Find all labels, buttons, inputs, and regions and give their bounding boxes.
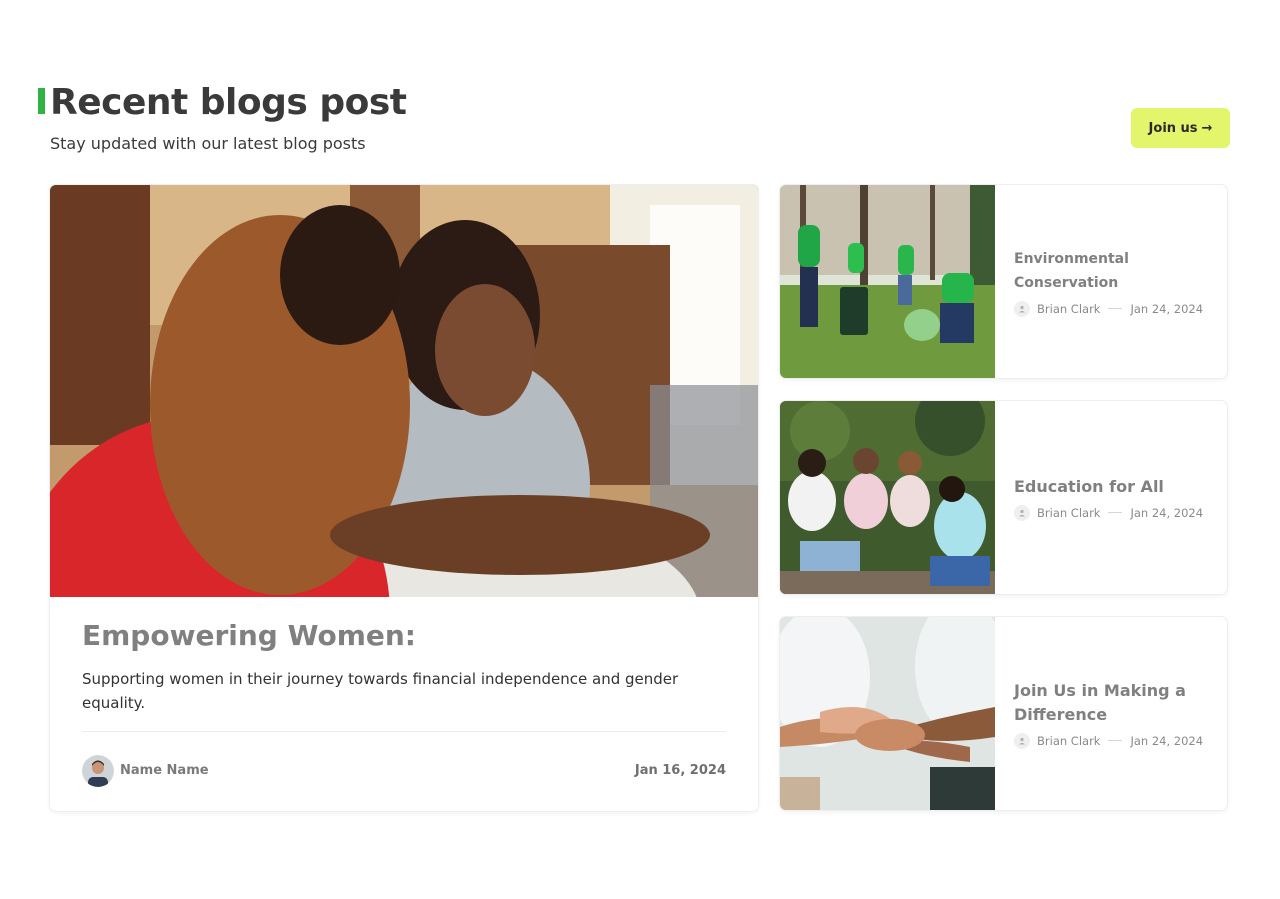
featured-post-title[interactable]: Empowering Women: (82, 619, 416, 652)
post-author[interactable]: Brian Clark (1037, 302, 1100, 316)
post-date: Jan 24, 2024 (1130, 505, 1204, 520)
post-title[interactable]: Join Us in Making a Difference (1014, 679, 1211, 727)
post-card-education[interactable]: Education for All Brian Clark Jan 24, 20… (780, 401, 1227, 594)
post-author[interactable]: Brian Clark (1037, 734, 1100, 748)
post-body: Join Us in Making a Difference Brian Cla… (1014, 617, 1211, 810)
meta-separator (1108, 740, 1123, 741)
user-icon (1014, 732, 1030, 749)
post-author[interactable]: Brian Clark (1037, 506, 1100, 520)
author-avatar (82, 755, 114, 787)
post-image-difference (780, 617, 995, 810)
post-date: Jan 24, 2024 (1130, 733, 1204, 748)
featured-post-author[interactable]: Name Name (120, 763, 209, 778)
title-accent-bar (38, 88, 45, 114)
page-title: Recent blogs post (50, 82, 407, 123)
post-image-education (780, 401, 995, 594)
featured-post-image (50, 185, 758, 597)
post-meta: Brian Clark Jan 24, 2024 (1014, 300, 1211, 317)
join-us-label: Join us (1148, 120, 1198, 136)
meta-separator (1108, 512, 1123, 513)
section-header: Recent blogs post Stay updated with our … (38, 82, 1230, 162)
user-icon (1014, 300, 1030, 317)
arrow-right-icon: → (1201, 120, 1213, 136)
post-card-environmental[interactable]: Environmental Conservation Brian Clark J… (780, 185, 1227, 378)
post-body: Environmental Conservation Brian Clark J… (1014, 185, 1211, 378)
page-subtitle: Stay updated with our latest blog posts (50, 134, 366, 153)
join-us-button[interactable]: Join us → (1131, 108, 1230, 148)
featured-post-date: Jan 16, 2024 (634, 763, 726, 778)
featured-post-card[interactable]: Empowering Women: Supporting women in th… (50, 185, 758, 811)
post-body: Education for All Brian Clark Jan 24, 20… (1014, 401, 1211, 594)
post-title[interactable]: Environmental Conservation (1014, 247, 1211, 295)
post-card-difference[interactable]: Join Us in Making a Difference Brian Cla… (780, 617, 1227, 810)
featured-post-description: Supporting women in their journey toward… (82, 670, 679, 712)
post-image-environmental (780, 185, 995, 378)
meta-separator (1108, 308, 1123, 309)
post-date: Jan 24, 2024 (1130, 301, 1204, 316)
post-meta: Brian Clark Jan 24, 2024 (1014, 504, 1211, 521)
post-meta: Brian Clark Jan 24, 2024 (1014, 732, 1211, 749)
user-icon (1014, 504, 1030, 521)
featured-post-divider (82, 731, 726, 732)
post-title[interactable]: Education for All (1014, 475, 1211, 499)
